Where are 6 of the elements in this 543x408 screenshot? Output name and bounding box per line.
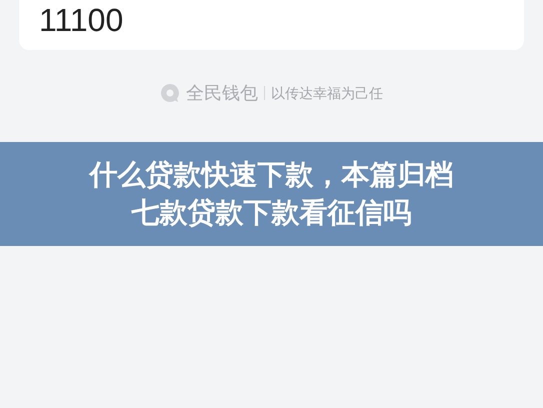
brand-name: 全民钱包 <box>186 82 258 104</box>
banner-title-line: 七款贷款下款看征信吗 <box>132 196 412 230</box>
amount-value: 11100 <box>39 4 124 36</box>
chat-bubble-logo-icon <box>160 83 180 103</box>
brand-slogan: 以传达幸福为己任 <box>271 84 383 102</box>
banner-title-line: 什么贷款快速下款，本篇归档 <box>90 158 454 192</box>
